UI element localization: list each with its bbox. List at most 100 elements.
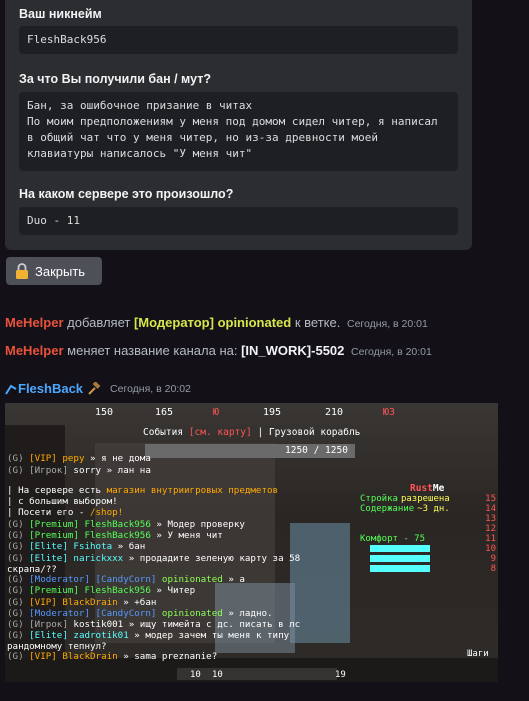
hud-title: RustMe	[410, 483, 444, 494]
chat-segment: [CandyCorn]	[95, 608, 162, 619]
chat-segment: [Moderator]	[29, 608, 96, 619]
chat-segment: zadrotik01	[73, 630, 135, 641]
chat-segment: [Elite]	[29, 553, 74, 564]
chat-segment: | Посети его -	[7, 507, 90, 518]
chat-segment: sorry	[73, 465, 107, 476]
chat-segment: [CandyCorn]	[95, 574, 162, 585]
chat-line: (G) [Premium] FleshBack956 » У меня чит	[7, 530, 223, 541]
chat-segment: (G)	[7, 585, 30, 596]
message-timestamp: Сегодня, в 20:01	[346, 318, 428, 330]
hud-title-a: Rust	[410, 483, 433, 494]
chat-segment: /shop!	[89, 507, 124, 518]
hud-row-number: 12	[485, 524, 496, 534]
hud-row-number: 8	[490, 564, 496, 574]
chat-segment: opinionated	[161, 574, 229, 585]
server-value: Duo - 11	[19, 207, 458, 235]
chat-segment: » ладно.	[228, 608, 273, 619]
chat-segment: (G)	[7, 465, 30, 476]
health-text: 1250 / 1250	[285, 445, 348, 456]
compass-bar: 150 165 Ю 195 210 Ю3	[5, 405, 498, 421]
chat-segment: [VIP]	[29, 651, 63, 662]
message-author[interactable]: MeHelper	[5, 315, 64, 330]
chat-segment: (G)	[7, 651, 30, 662]
hud-stat-bar	[370, 545, 430, 552]
hud-row: 12	[360, 524, 498, 534]
system-message: MeHelper меняет название канала на: [IN_…	[5, 343, 432, 358]
hud-stat-bar	[370, 525, 430, 532]
chat-segment: (G)	[7, 519, 30, 530]
close-button[interactable]: Закрыть	[6, 257, 102, 285]
chat-segment: kostik001	[73, 619, 129, 630]
post-header: FleshBack Сегодня, в 20:02	[5, 381, 191, 396]
chat-line: (G) [VIP] BlackDrain » sama preznanie?	[7, 651, 217, 662]
ticket-form-card: Ваш никнейм FleshBack956 За что Вы получ…	[5, 0, 472, 250]
post-author[interactable]: FleshBack	[18, 381, 83, 396]
chat-segment: opinionated	[161, 608, 229, 619]
hud-row-number: 9	[490, 554, 496, 564]
chat-line: (G) [Elite] zadrotik01 » модер зачем ты …	[7, 630, 289, 641]
chat-segment: | с большим выбором!	[7, 496, 118, 507]
close-button-label: Закрыть	[35, 263, 86, 279]
chat-segment: Fsihota	[73, 541, 118, 552]
hud-row-value: разрешена	[400, 494, 450, 504]
event-map-link[interactable]: [см. карту]	[189, 427, 252, 438]
chat-segment: [Moderator]	[29, 574, 96, 585]
hud-row: Стройка разрешена 15	[360, 494, 498, 504]
chat-line: (G) [Premium] FleshBack956 » Читер	[7, 585, 195, 596]
compass-tick: 210	[325, 407, 344, 418]
chat-segment: [Elite]	[29, 630, 74, 641]
chat-segment: FleshBack956	[84, 519, 157, 530]
mentioned-user[interactable]: [Модератор] opinionated	[134, 315, 291, 330]
chat-segment: (G)	[7, 553, 30, 564]
chat-line: | Посети его - /shop!	[7, 507, 123, 518]
chat-segment: (G)	[7, 541, 30, 552]
chat-segment: » лан на	[106, 465, 151, 476]
server-hud: RustMe Стройка разрешена 15 Содержание ~3 дн…	[360, 483, 498, 574]
chat-segment: (G)	[7, 574, 30, 585]
chat-segment: (G)	[7, 608, 30, 619]
hotbar-slot-count: 10	[212, 670, 223, 680]
chat-segment: [Premium]	[29, 585, 85, 596]
chat-segment: (G)	[7, 453, 30, 464]
message-timestamp: Сегодня, в 20:01	[351, 346, 432, 358]
chat-segment: магазин внутриигровых предметов	[106, 485, 279, 496]
hud-row: Содержание ~3 дн. 14	[360, 504, 498, 514]
chat-line: (G) [Игрок] kostik001 » ищу тимейта с дс…	[7, 619, 300, 630]
hud-row: 9	[360, 554, 498, 564]
game-screenshot[interactable]: 150 165 Ю 195 210 Ю3 События [см. карту]…	[5, 403, 498, 682]
message-author[interactable]: MeHelper	[5, 343, 64, 358]
hud-stat-bar	[370, 555, 430, 562]
hotbar-slot-count: 19	[335, 670, 346, 680]
hud-stat-bar	[370, 565, 430, 572]
hud-row-label: Стройка	[360, 494, 398, 504]
hud-row-number: 13	[485, 514, 496, 524]
chat-segment: » продадите зеленую карту за 58	[128, 553, 301, 564]
chat-segment: » бан	[117, 541, 146, 552]
chat-segment: FleshBack956	[84, 585, 157, 596]
chat-segment: » У меня чит	[156, 530, 223, 541]
hotbar-slot-count: 10	[190, 670, 201, 680]
hud-row-number: 10	[485, 544, 496, 554]
chat-line: (G) [Premium] FleshBack956 » Модер прове…	[7, 519, 245, 530]
chat-segment: » +бан	[123, 597, 157, 608]
hud-row-label: Комфорт - 75	[360, 534, 426, 544]
chat-segment: BlackDrain	[62, 651, 124, 662]
hud-row-number: 11	[485, 534, 496, 544]
hud-row-number: 14	[485, 504, 496, 514]
chat-segment: (G)	[7, 630, 30, 641]
chat-line: (G) [Moderator] [CandyCorn] opinionated …	[7, 608, 273, 619]
hud-row-number: 15	[485, 494, 496, 504]
chat-segment: | На сервере есть	[7, 485, 107, 496]
nickname-value: FleshBack956	[19, 26, 458, 54]
hotbar: 10 10 19	[5, 665, 498, 682]
chat-segment: [VIP]	[29, 597, 63, 608]
hud-row-value: ~3 дн.	[417, 504, 450, 514]
hud-row: 13	[360, 514, 498, 524]
hud-row: Комфорт - 75 11	[360, 534, 498, 544]
chat-segment: naric​kxxx	[73, 553, 129, 564]
chat-segment: (G)	[7, 597, 30, 608]
chat-segment: » а	[228, 574, 245, 585]
chat-segment: [Игрок]	[29, 465, 74, 476]
chat-line: (G) [Игрок] sorry » лан на	[7, 465, 151, 476]
chat-segment: (G)	[7, 530, 30, 541]
